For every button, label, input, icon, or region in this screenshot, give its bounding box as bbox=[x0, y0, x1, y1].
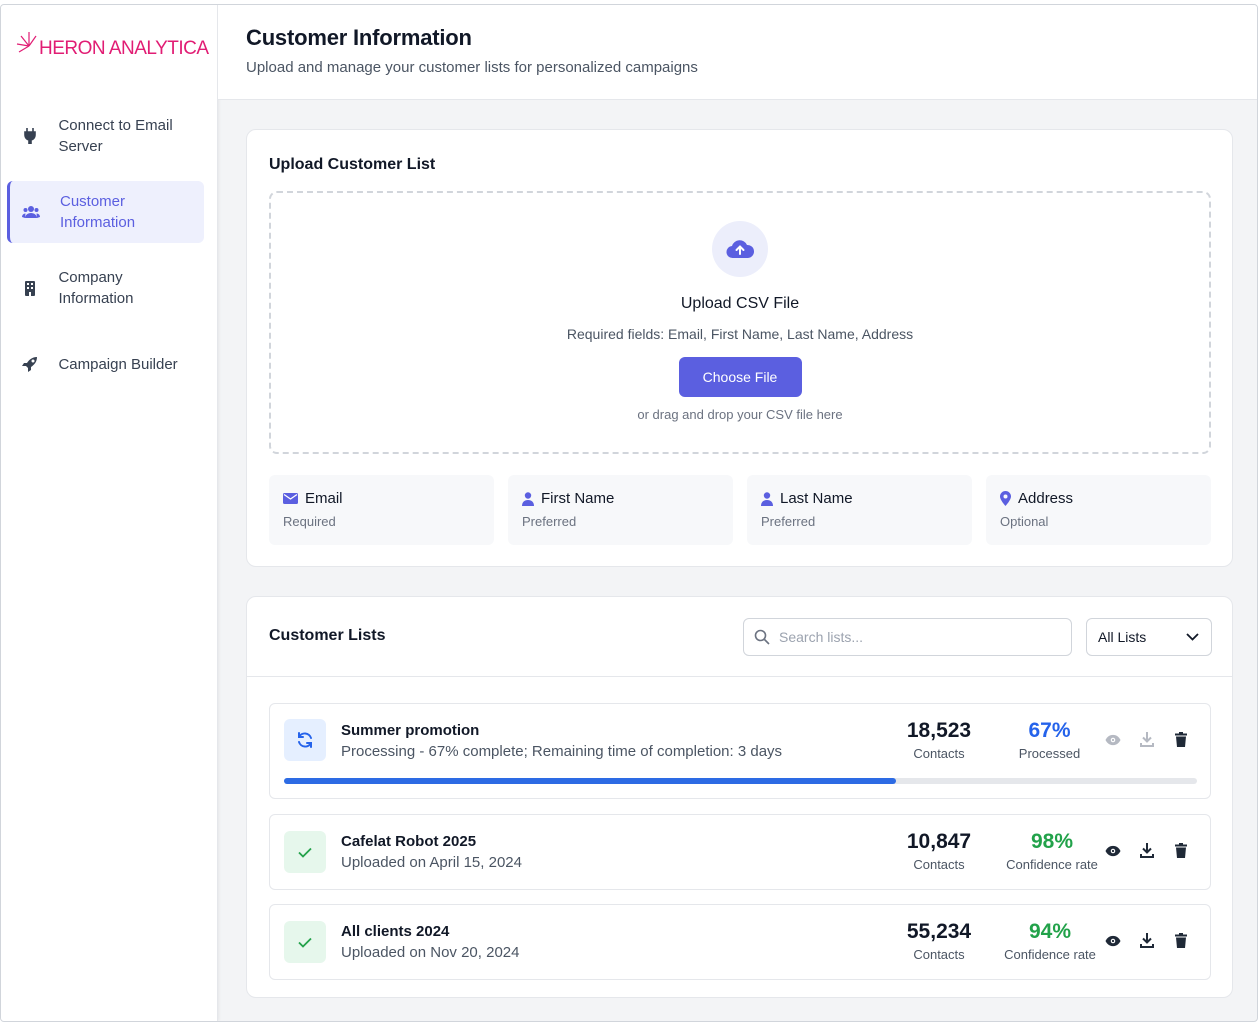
row-actions bbox=[1105, 843, 1189, 858]
sync-icon bbox=[284, 719, 326, 761]
confidence-stat: 94% Confidence rate bbox=[990, 920, 1110, 962]
dropzone-title: Upload CSV File bbox=[680, 295, 800, 312]
trash-icon[interactable] bbox=[1173, 843, 1189, 858]
field-name: First Name bbox=[541, 490, 615, 507]
view-icon[interactable] bbox=[1105, 734, 1121, 746]
list-filter-select[interactable]: All Lists bbox=[1086, 618, 1212, 656]
upload-card: Upload Customer List Upload CSV File Req… bbox=[246, 129, 1233, 567]
contacts-stat: 18,523 Contacts bbox=[884, 719, 994, 761]
download-icon[interactable] bbox=[1139, 732, 1155, 747]
confidence-percent: 94% bbox=[1028, 920, 1072, 943]
chevron-down-icon bbox=[1186, 633, 1199, 641]
sidebar-item-customer-info[interactable]: Customer Information bbox=[7, 181, 204, 243]
row-actions bbox=[1105, 933, 1189, 948]
brand-logo[interactable]: HERON ANALYTICA bbox=[15, 25, 209, 65]
progress-fill bbox=[284, 778, 896, 784]
view-icon[interactable] bbox=[1105, 845, 1121, 857]
confidence-stat: 98% Confidence rate bbox=[992, 830, 1112, 872]
field-name: Email bbox=[305, 490, 343, 507]
processed-stat: 67% Processed bbox=[992, 719, 1107, 761]
burst-icon bbox=[16, 32, 37, 53]
cloud-upload-icon bbox=[712, 221, 768, 277]
field-status: Preferred bbox=[761, 514, 816, 529]
filter-value: All Lists bbox=[1098, 629, 1147, 645]
download-icon[interactable] bbox=[1139, 843, 1155, 858]
confidence-label: Confidence rate bbox=[1004, 947, 1096, 962]
user-icon bbox=[761, 491, 773, 506]
list-row[interactable]: All clients 2024 Uploaded on Nov 20, 202… bbox=[269, 904, 1211, 980]
confidence-percent: 98% bbox=[1030, 830, 1074, 853]
trash-icon[interactable] bbox=[1173, 732, 1189, 747]
list-name: All clients 2024 bbox=[341, 923, 450, 940]
contacts-label: Contacts bbox=[913, 947, 965, 962]
dropzone-hint: or drag and drop your CSV file here bbox=[637, 407, 843, 422]
contacts-stat: 55,234 Contacts bbox=[884, 920, 994, 962]
users-icon bbox=[22, 205, 40, 219]
contacts-label: Contacts bbox=[913, 746, 965, 761]
field-requirements: Email Required First Name Preferred Last… bbox=[269, 475, 1211, 545]
list-name: Summer promotion bbox=[341, 722, 480, 739]
contacts-count: 18,523 bbox=[906, 719, 972, 742]
view-icon[interactable] bbox=[1105, 935, 1121, 947]
field-card-email: Email Required bbox=[269, 475, 494, 545]
list-name: Cafelat Robot 2025 bbox=[341, 833, 477, 850]
lists-title: Customer Lists bbox=[269, 627, 386, 644]
list-upload-date: Uploaded on Nov 20, 2024 bbox=[341, 944, 520, 961]
upload-card-title: Upload Customer List bbox=[269, 156, 436, 173]
field-name: Address bbox=[1018, 490, 1074, 507]
sidebar-item-label: Campaign Builder bbox=[58, 355, 178, 373]
choose-file-button[interactable]: Choose File bbox=[678, 357, 802, 397]
sidebar: HERON ANALYTICA Connect to Email Server … bbox=[1, 5, 218, 1021]
envelope-icon bbox=[283, 493, 298, 504]
contacts-label: Contacts bbox=[913, 857, 965, 872]
field-name: Last Name bbox=[780, 490, 853, 507]
trash-icon[interactable] bbox=[1173, 933, 1189, 948]
map-pin-icon bbox=[1000, 491, 1011, 506]
app-window: HERON ANALYTICA Connect to Email Server … bbox=[0, 4, 1258, 1022]
field-card-address: Address Optional bbox=[986, 475, 1211, 545]
list-status: Processing - 67% complete; Remaining tim… bbox=[341, 743, 783, 760]
contacts-count: 10,847 bbox=[906, 830, 972, 853]
search-input[interactable]: Search lists... bbox=[743, 618, 1072, 656]
search-icon bbox=[754, 629, 770, 645]
page-header: Customer Information Upload and manage y… bbox=[218, 5, 1257, 100]
list-upload-date: Uploaded on April 15, 2024 bbox=[341, 854, 522, 871]
user-icon bbox=[522, 491, 534, 506]
field-status: Optional bbox=[1000, 514, 1049, 529]
sidebar-nav: Connect to Email Server Customer Informa… bbox=[1, 105, 218, 409]
download-icon[interactable] bbox=[1139, 933, 1155, 948]
field-card-last-name: Last Name Preferred bbox=[747, 475, 972, 545]
lists-header: Customer Lists Search lists... All Lists bbox=[247, 597, 1232, 677]
building-icon bbox=[21, 280, 38, 296]
contacts-count: 55,234 bbox=[906, 920, 972, 943]
page-title: Customer Information bbox=[246, 25, 472, 50]
contacts-stat: 10,847 Contacts bbox=[884, 830, 994, 872]
processed-label: Processed bbox=[1018, 746, 1081, 761]
confidence-label: Confidence rate bbox=[1006, 857, 1098, 872]
sidebar-item-connect-email[interactable]: Connect to Email Server bbox=[7, 105, 204, 167]
field-status: Preferred bbox=[522, 514, 577, 529]
check-icon bbox=[284, 921, 326, 963]
required-fields-text: Required fields: Email, First Name, Last… bbox=[566, 326, 914, 342]
rocket-icon bbox=[21, 356, 38, 372]
sidebar-item-campaign-builder[interactable]: Campaign Builder bbox=[7, 333, 204, 395]
list-row[interactable]: Cafelat Robot 2025 Uploaded on April 15,… bbox=[269, 814, 1211, 890]
sidebar-item-label: Connect to Email Server bbox=[58, 117, 173, 155]
list-row[interactable]: Summer promotion Processing - 67% comple… bbox=[269, 703, 1211, 799]
csv-dropzone[interactable]: Upload CSV File Required fields: Email, … bbox=[269, 191, 1211, 454]
customer-lists-card: Customer Lists Search lists... All Lists… bbox=[246, 596, 1233, 998]
check-icon bbox=[284, 831, 326, 873]
search-placeholder: Search lists... bbox=[779, 629, 864, 645]
row-actions bbox=[1105, 732, 1189, 747]
sidebar-item-label: Customer Information bbox=[60, 193, 136, 231]
field-status: Required bbox=[283, 514, 336, 529]
field-card-first-name: First Name Preferred bbox=[508, 475, 733, 545]
brand-name: HERON ANALYTICA bbox=[39, 38, 209, 59]
sidebar-item-company-info[interactable]: Company Information bbox=[7, 257, 204, 319]
processing-progress-bar bbox=[284, 778, 1197, 784]
processed-percent: 67% bbox=[1028, 719, 1071, 742]
plug-icon bbox=[21, 128, 38, 144]
page-subtitle: Upload and manage your customer lists fo… bbox=[246, 59, 698, 76]
sidebar-item-label: Company Information bbox=[58, 269, 134, 307]
